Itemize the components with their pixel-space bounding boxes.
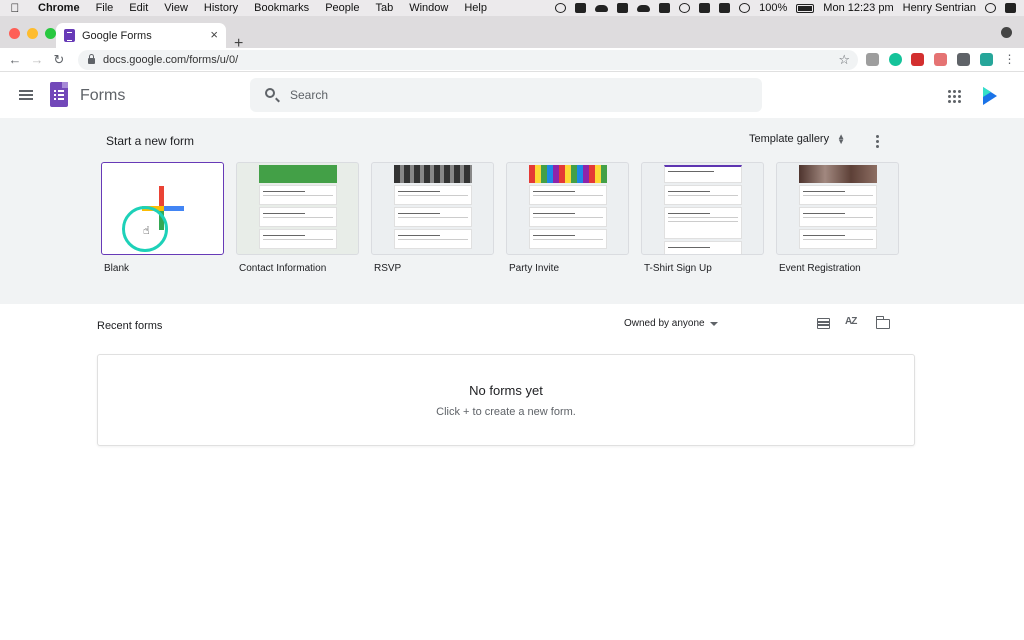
forms-favicon-icon bbox=[64, 29, 75, 42]
search-input[interactable] bbox=[290, 78, 750, 112]
owner-filter-dropdown[interactable]: Owned by anyone bbox=[624, 318, 718, 329]
plus-icon-blue bbox=[164, 206, 184, 211]
search-bar[interactable] bbox=[250, 78, 762, 112]
puzzle-extension-icon[interactable] bbox=[957, 53, 970, 66]
menu-file[interactable]: File bbox=[88, 0, 122, 16]
menu-history[interactable]: History bbox=[196, 0, 246, 16]
hand-cursor-icon: ☝ bbox=[143, 225, 150, 237]
template-gallery-button[interactable]: Template gallery ▲ ▼ bbox=[749, 132, 846, 146]
back-arrow-icon[interactable]: ← bbox=[4, 52, 26, 67]
google-apps-icon[interactable] bbox=[948, 90, 961, 103]
grammarly-extension-icon[interactable] bbox=[889, 53, 902, 66]
menu-help[interactable]: Help bbox=[456, 0, 495, 16]
empty-state-hint: Click + to create a new form. bbox=[436, 406, 576, 418]
wifi-icon[interactable] bbox=[739, 3, 751, 13]
spotlight-icon[interactable] bbox=[985, 3, 996, 13]
more-options-icon[interactable] bbox=[876, 135, 879, 148]
template-label-party-invite[interactable]: Party Invite bbox=[509, 263, 559, 274]
menu-app-name[interactable]: Chrome bbox=[30, 0, 88, 16]
macos-menu-bar:  Chrome File Edit View History Bookmark… bbox=[0, 0, 1024, 16]
close-tab-icon[interactable]: × bbox=[210, 27, 218, 42]
forward-arrow-icon[interactable]: → bbox=[26, 52, 48, 67]
tab-title: Google Forms bbox=[82, 29, 152, 42]
control-center-icon[interactable] bbox=[1005, 3, 1016, 13]
apple-icon[interactable]:  bbox=[0, 1, 30, 15]
menu-tab[interactable]: Tab bbox=[367, 0, 401, 16]
sort-az-icon[interactable]: AZ bbox=[845, 316, 857, 327]
template-label-blank[interactable]: Blank bbox=[104, 263, 129, 274]
template-label-tshirt-signup[interactable]: T-Shirt Sign Up bbox=[644, 263, 712, 274]
record-icon[interactable] bbox=[555, 3, 567, 13]
browser-profile-icon[interactable] bbox=[1001, 27, 1012, 38]
menu-view[interactable]: View bbox=[156, 0, 196, 16]
browser-tab-strip: Google Forms × + bbox=[0, 16, 1024, 52]
address-bar[interactable]: docs.google.com/forms/u/0/ ☆ bbox=[78, 50, 858, 70]
airplay-icon[interactable] bbox=[699, 3, 711, 13]
owner-filter-label: Owned by anyone bbox=[624, 318, 705, 329]
menu-window[interactable]: Window bbox=[401, 0, 456, 16]
pointer-icon[interactable] bbox=[575, 3, 587, 13]
cloud-icon[interactable] bbox=[595, 4, 609, 12]
sync-icon[interactable] bbox=[637, 4, 651, 12]
glasses-icon[interactable] bbox=[679, 3, 691, 13]
battery-icon[interactable] bbox=[796, 3, 815, 13]
template-preview bbox=[799, 165, 877, 254]
menu-edit[interactable]: Edit bbox=[121, 0, 156, 16]
template-section: Start a new form Template gallery ▲ ▼ ☝ B… bbox=[0, 118, 1024, 304]
start-new-form-heading: Start a new form bbox=[106, 134, 195, 148]
menu-bookmarks[interactable]: Bookmarks bbox=[246, 0, 317, 16]
recent-forms-heading: Recent forms bbox=[97, 320, 163, 332]
bluetooth-icon[interactable] bbox=[719, 3, 731, 13]
menu-people[interactable]: People bbox=[317, 0, 367, 16]
bookmark-star-icon[interactable]: ☆ bbox=[838, 52, 850, 68]
template-preview bbox=[529, 165, 607, 254]
template-party-invite[interactable] bbox=[506, 162, 629, 255]
battery-percent: 100% bbox=[759, 2, 788, 14]
status-area: 100% Mon 12:23 pm Henry Sentrian bbox=[555, 0, 1016, 16]
window-controls bbox=[9, 28, 56, 39]
unfold-icon: ▲ ▼ bbox=[837, 132, 846, 146]
url-text[interactable]: docs.google.com/forms/u/0/ bbox=[103, 54, 238, 66]
folder-icon[interactable] bbox=[875, 316, 890, 329]
template-contact-information[interactable] bbox=[236, 162, 359, 255]
maximize-window-icon[interactable] bbox=[45, 28, 56, 39]
template-preview bbox=[664, 165, 742, 254]
template-rsvp[interactable] bbox=[371, 162, 494, 255]
app-title[interactable]: Forms bbox=[80, 87, 125, 105]
empty-state-title: No forms yet bbox=[469, 383, 543, 398]
k-icon[interactable] bbox=[659, 3, 671, 13]
template-preview bbox=[394, 165, 472, 254]
template-blank[interactable]: ☝ bbox=[101, 162, 224, 255]
camera-extension-icon[interactable] bbox=[866, 53, 879, 66]
clip-extension-icon[interactable] bbox=[934, 53, 947, 66]
close-window-icon[interactable] bbox=[9, 28, 20, 39]
list-view-icon[interactable] bbox=[817, 318, 830, 329]
template-gallery-label: Template gallery bbox=[749, 133, 830, 145]
tab-google-forms[interactable]: Google Forms × bbox=[56, 23, 226, 48]
teal-extension-icon[interactable] bbox=[980, 53, 993, 66]
template-label-rsvp[interactable]: RSVP bbox=[374, 263, 401, 274]
clock[interactable]: Mon 12:23 pm bbox=[823, 2, 893, 14]
template-label-event-registration[interactable]: Event Registration bbox=[779, 263, 861, 274]
forms-header: Forms bbox=[0, 72, 1024, 118]
lock-icon[interactable] bbox=[88, 54, 95, 64]
forms-logo-icon[interactable] bbox=[50, 82, 68, 107]
dropdown-caret-icon bbox=[709, 321, 718, 326]
reload-icon[interactable]: ↻ bbox=[48, 52, 70, 68]
template-tshirt-signup[interactable] bbox=[641, 162, 764, 255]
search-icon[interactable] bbox=[265, 88, 275, 98]
template-label-contact-information[interactable]: Contact Information bbox=[239, 263, 326, 274]
minimize-window-icon[interactable] bbox=[27, 28, 38, 39]
mail-icon[interactable] bbox=[617, 3, 629, 13]
red-extension-icon[interactable] bbox=[911, 53, 924, 66]
account-logo-icon[interactable] bbox=[983, 87, 997, 105]
user-name[interactable]: Henry Sentrian bbox=[903, 2, 976, 14]
empty-state-card: No forms yet Click + to create a new for… bbox=[97, 354, 915, 446]
main-menu-icon[interactable] bbox=[19, 90, 33, 100]
template-preview bbox=[259, 165, 337, 254]
template-event-registration[interactable] bbox=[776, 162, 899, 255]
browser-menu-icon[interactable]: ⋮ bbox=[1003, 53, 1016, 66]
